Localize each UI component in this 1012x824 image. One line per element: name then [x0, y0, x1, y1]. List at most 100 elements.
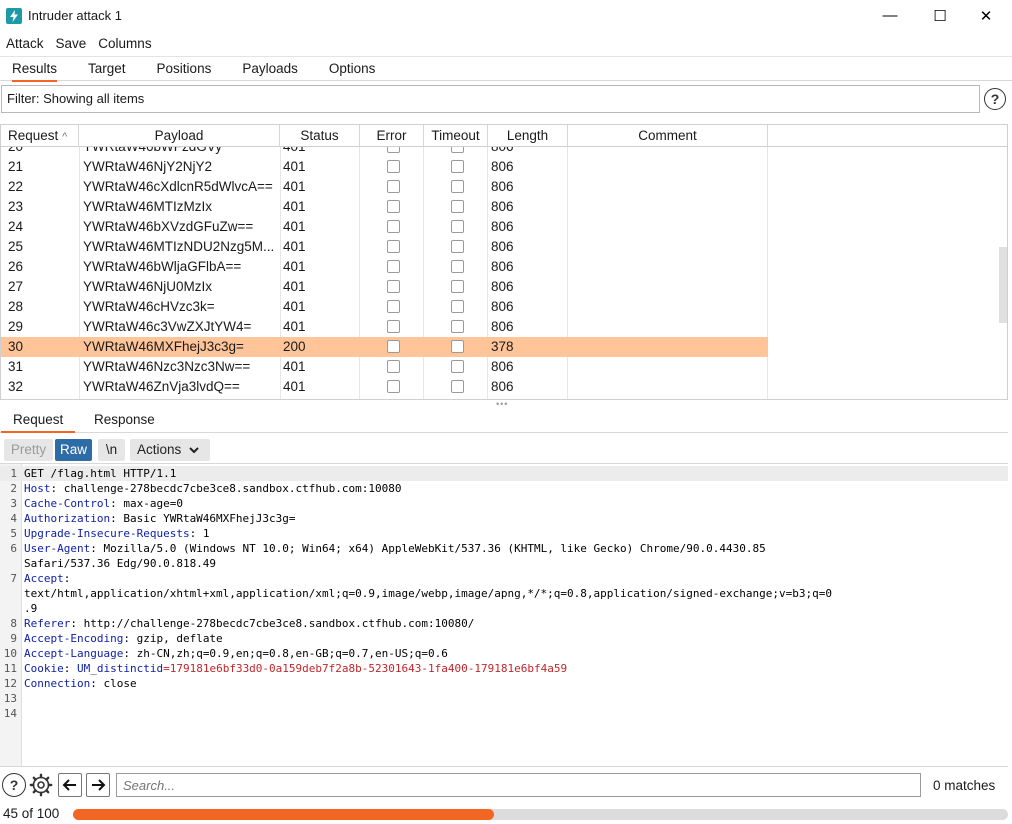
- timeout-checkbox[interactable]: [451, 380, 464, 393]
- tab-request[interactable]: Request: [0, 407, 76, 433]
- col-length[interactable]: Length: [488, 125, 568, 147]
- gear-icon[interactable]: [29, 773, 53, 797]
- error-checkbox[interactable]: [387, 260, 400, 273]
- error-checkbox[interactable]: [387, 147, 400, 153]
- col-status[interactable]: Status: [280, 125, 360, 147]
- col-timeout[interactable]: Timeout: [424, 125, 488, 147]
- cell-request: 21: [8, 159, 24, 174]
- timeout-checkbox[interactable]: [451, 360, 464, 373]
- code-line: 14: [0, 706, 1008, 721]
- header-value: : close: [90, 677, 137, 690]
- table-row[interactable]: 27 YWRtaW46NjU0MzIx 401 806: [1, 277, 768, 297]
- header-name: Connection: [24, 677, 91, 690]
- line-number: 1: [10, 467, 17, 480]
- menu-columns[interactable]: Columns: [92, 36, 157, 51]
- tab-options[interactable]: Options: [329, 57, 376, 81]
- tab-positions[interactable]: Positions: [157, 57, 212, 81]
- error-checkbox[interactable]: [387, 220, 400, 233]
- error-checkbox[interactable]: [387, 360, 400, 373]
- table-row[interactable]: 30 YWRtaW46MXFhejJ3c3g= 200 378: [1, 337, 768, 357]
- code-line: 9 Accept-Encoding: gzip, deflate: [0, 631, 1008, 646]
- help-icon[interactable]: ?: [2, 773, 26, 797]
- error-checkbox[interactable]: [387, 340, 400, 353]
- line-number: 7: [10, 572, 17, 585]
- error-checkbox[interactable]: [387, 200, 400, 213]
- filter-bar[interactable]: Filter: Showing all items: [1, 85, 980, 113]
- menu-save[interactable]: Save: [50, 36, 93, 51]
- header-name: Authorization: [24, 512, 111, 525]
- table-row[interactable]: 25 YWRtaW46MTIzNDU2Nzg5M... 401 806: [1, 237, 768, 257]
- table-row[interactable]: 26 YWRtaW46bWljaGFlbA== 401 806: [1, 257, 768, 277]
- col-payload[interactable]: Payload: [79, 125, 280, 147]
- cell-status: 401: [283, 147, 353, 157]
- col-error[interactable]: Error: [360, 125, 424, 147]
- table-row[interactable]: 20 YWRtaW46bWFzdGVy 401 806: [1, 147, 768, 157]
- tab-payloads[interactable]: Payloads: [242, 57, 298, 81]
- line-number: 5: [10, 527, 17, 540]
- timeout-checkbox[interactable]: [451, 340, 464, 353]
- error-checkbox[interactable]: [387, 320, 400, 333]
- timeout-checkbox[interactable]: [451, 260, 464, 273]
- timeout-checkbox[interactable]: [451, 280, 464, 293]
- error-checkbox[interactable]: [387, 380, 400, 393]
- table-row[interactable]: 24 YWRtaW46bXVzdGFuZw== 401 806: [1, 217, 768, 237]
- line-number: 9: [10, 632, 17, 645]
- close-button[interactable]: ✕: [963, 0, 1009, 31]
- table-row[interactable]: 28 YWRtaW46cHVzc3k= 401 806: [1, 297, 768, 317]
- code-text: User-Agent: Mozilla/5.0 (Windows NT 10.0…: [24, 541, 766, 556]
- code-text: Host: challenge-278becdc7cbe3ce8.sandbox…: [24, 481, 402, 496]
- timeout-checkbox[interactable]: [451, 147, 464, 153]
- title-bar: Intruder attack 1 — ☐ ✕: [0, 0, 1012, 31]
- filter-help-icon[interactable]: ?: [984, 88, 1006, 110]
- tab-response[interactable]: Response: [94, 407, 155, 432]
- error-checkbox[interactable]: [387, 240, 400, 253]
- code-text: Safari/537.36 Edg/90.0.818.49: [24, 556, 216, 571]
- table-scroll-thumb[interactable]: [999, 247, 1007, 323]
- timeout-checkbox[interactable]: [451, 160, 464, 173]
- error-checkbox[interactable]: [387, 300, 400, 313]
- minimize-button[interactable]: —: [867, 0, 913, 31]
- timeout-checkbox[interactable]: [451, 240, 464, 253]
- timeout-checkbox[interactable]: [451, 220, 464, 233]
- col-request[interactable]: Request ^: [1, 125, 79, 147]
- cell-payload: YWRtaW46bWFzdGVy: [83, 147, 279, 157]
- previous-match-button[interactable]: [58, 773, 82, 797]
- error-checkbox[interactable]: [387, 160, 400, 173]
- newline-label: \n: [105, 442, 118, 457]
- header-name: Host: [24, 482, 51, 495]
- menu-attack[interactable]: Attack: [0, 36, 50, 51]
- col-comment[interactable]: Comment: [568, 125, 768, 147]
- code-text: Accept-Encoding: gzip, deflate: [24, 631, 223, 646]
- error-checkbox[interactable]: [387, 180, 400, 193]
- col-request-label: Request: [8, 128, 59, 143]
- maximize-button[interactable]: ☐: [917, 0, 963, 31]
- error-checkbox[interactable]: [387, 280, 400, 293]
- col-payload-label: Payload: [154, 128, 204, 143]
- actions-label: Actions: [137, 442, 182, 457]
- table-row[interactable]: 21 YWRtaW46NjY2NjY2 401 806: [1, 157, 768, 177]
- search-input[interactable]: [116, 773, 921, 797]
- cell-status: 401: [283, 359, 306, 374]
- next-match-button[interactable]: [86, 773, 110, 797]
- cell-length: 806: [491, 379, 514, 394]
- raw-button[interactable]: Raw: [55, 439, 92, 461]
- table-scrollbar[interactable]: [999, 147, 1007, 399]
- timeout-checkbox[interactable]: [451, 180, 464, 193]
- table-row[interactable]: 29 YWRtaW46c3VwZXJtYW4= 401 806: [1, 317, 768, 337]
- timeout-checkbox[interactable]: [451, 300, 464, 313]
- table-row[interactable]: 22 YWRtaW46cXdlcnR5dWlvcA== 401 806: [1, 177, 768, 197]
- tab-target[interactable]: Target: [88, 57, 126, 81]
- request-editor[interactable]: 1 GET /flag.html HTTP/1.1 2 Host: challenge…: [0, 464, 1008, 767]
- actions-button[interactable]: Actions: [130, 439, 210, 461]
- tab-results[interactable]: Results: [12, 57, 58, 82]
- table-row[interactable]: 32 YWRtaW46ZnVja3lvdQ== 401 806: [1, 377, 768, 397]
- timeout-checkbox[interactable]: [451, 320, 464, 333]
- message-tabs: Request Response: [0, 407, 1008, 433]
- timeout-checkbox[interactable]: [451, 200, 464, 213]
- cell-request: 25: [8, 239, 24, 254]
- newline-toggle-button[interactable]: \n: [98, 439, 125, 461]
- code-line: 6 User-Agent: Mozilla/5.0 (Windows NT 10.…: [0, 541, 1008, 556]
- table-row[interactable]: 31 YWRtaW46Nzc3Nzc3Nw== 401 806: [1, 357, 768, 377]
- table-row[interactable]: 23 YWRtaW46MTIzMzIx 401 806: [1, 197, 768, 217]
- pretty-button[interactable]: Pretty: [4, 439, 53, 461]
